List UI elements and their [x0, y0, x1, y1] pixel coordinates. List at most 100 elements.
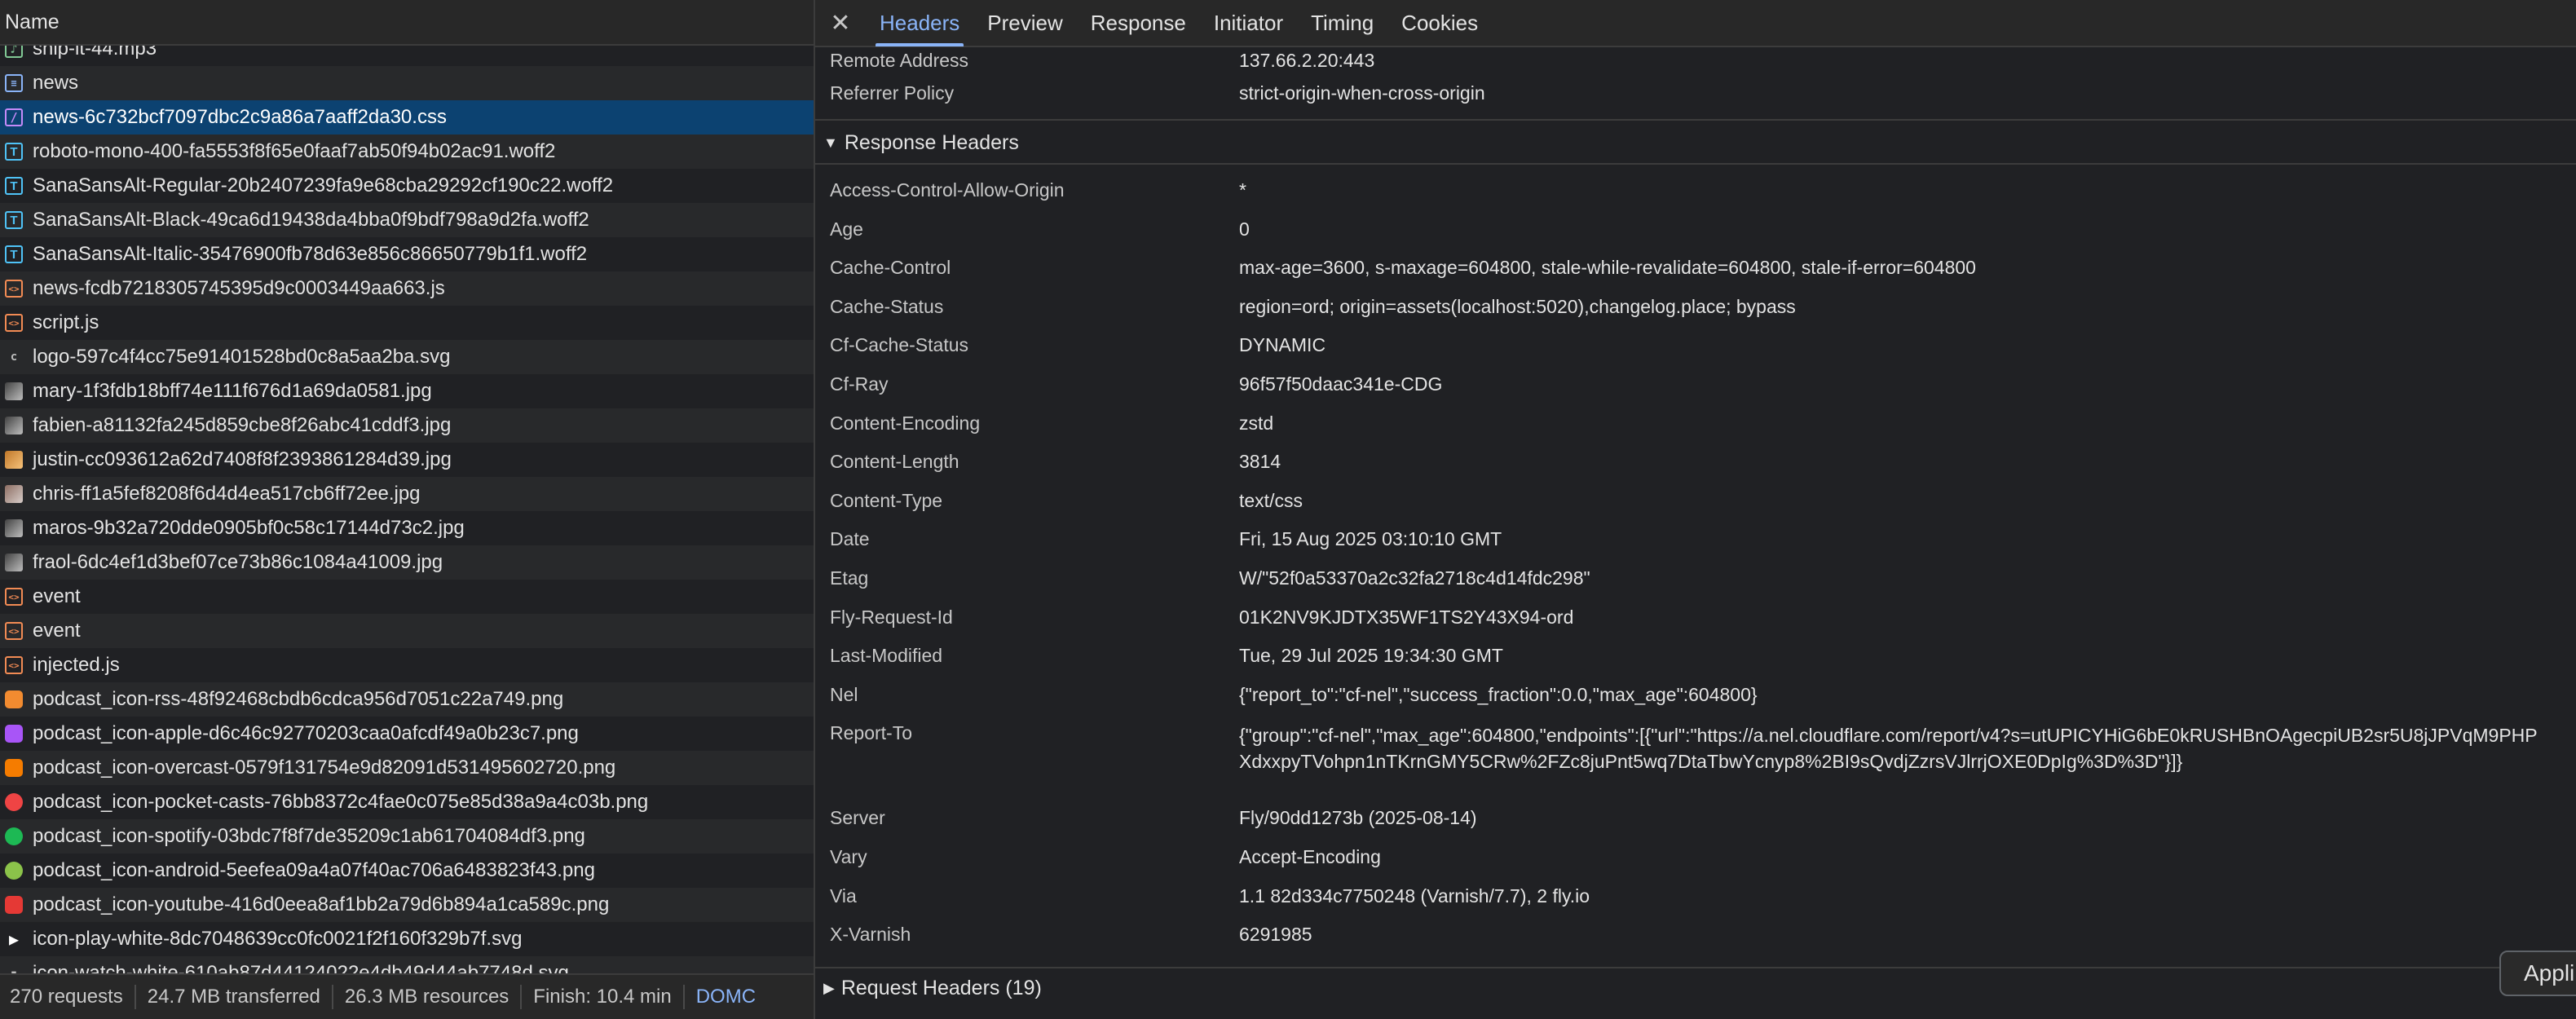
tab-response[interactable]: Response [1077, 0, 1200, 46]
play-icon: ▶ [8, 929, 20, 949]
request-name: news [33, 72, 79, 94]
header-value[interactable]: 01K2NV9KJDTX35WF1TS2Y43X94-ord [1239, 607, 1573, 629]
request-row[interactable]: justin-cc093612a62d7408f8f2393861284d39.… [0, 443, 814, 477]
header-value[interactable]: text/css [1239, 490, 1303, 512]
request-row[interactable]: podcast_icon-pocket-casts-76bb8372c4fae0… [0, 785, 814, 819]
request-row[interactable]: chris-ff1a5fef8208f6d4d4ea517cb6ff72ee.j… [0, 477, 814, 511]
header-value[interactable]: zstd [1239, 412, 1273, 435]
rss-icon [5, 690, 23, 708]
request-row[interactable]: <> news-fcdb7218305745395d9c0003449aa663.… [0, 271, 814, 306]
font-icon: T [5, 177, 23, 195]
request-name: news-6c732bcf7097dbc2c9a86a7aaff2da30.cs… [33, 106, 447, 128]
request-name: event [33, 585, 81, 607]
request-row[interactable]: ▶ icon-play-white-8dc7048639cc0fc0021f2f1… [0, 922, 814, 956]
request-name: podcast_icon-android-5eefea09a4a07f40ac7… [33, 859, 595, 881]
header-value[interactable]: {"group":"cf-nel","max_age":604800,"endp… [1239, 722, 2543, 774]
response-headers-toggle[interactable]: ▼ Response Headers [815, 122, 2576, 163]
request-name: mary-1f3fdb18bff74e111f676d1a69da0581.jp… [33, 380, 432, 402]
header-value[interactable]: DYNAMIC [1239, 334, 1325, 356]
image-thumbnail-icon [5, 382, 23, 400]
request-row[interactable]: c logo-597c4f4cc75e91401528bd0c8a5aa2ba.s… [0, 340, 814, 374]
close-icon[interactable]: ✕ [815, 0, 866, 46]
request-row[interactable]: <> script.js [0, 306, 814, 340]
request-row[interactable]: mary-1f3fdb18bff74e111f676d1a69da0581.jp… [0, 374, 814, 408]
header-value[interactable]: max-age=3600, s-maxage=604800, stale-whi… [1239, 257, 1976, 279]
header-name: X-Varnish [830, 924, 911, 946]
request-row[interactable]: <> injected.js [0, 648, 814, 682]
font-icon: T [5, 211, 23, 229]
request-list: ♪ ship-it-44.mp3 ≡ news / news-6c732bcf7097db… [0, 46, 814, 973]
font-icon: T [5, 245, 23, 263]
section-divider [815, 119, 2576, 121]
image-thumbnail-icon [5, 485, 23, 503]
document-icon: ≡ [5, 74, 23, 92]
tab-preview[interactable]: Preview [973, 0, 1076, 46]
request-row[interactable]: T SanaSansAlt-Regular-20b2407239fa9e68cba… [0, 169, 814, 203]
domcontentloaded-time[interactable]: DOMC [685, 985, 767, 1009]
header-value[interactable]: W/"52f0a53370a2c32fa2718c4d14fdc298" [1239, 567, 1590, 589]
header-value[interactable]: strict-origin-when-cross-origin [1239, 82, 1485, 104]
header-value[interactable]: 137.66.2.20:443 [1239, 50, 1374, 72]
header-value[interactable]: Fly/90dd1273b (2025-08-14) [1239, 807, 1477, 829]
request-count: 270 requests [0, 985, 136, 1009]
image-thumbnail-icon [5, 451, 23, 469]
request-row[interactable]: fabien-a81132fa245d859cbe8f26abc41cddf3.… [0, 408, 814, 443]
header-value[interactable]: 1.1 82d334c7750248 (Varnish/7.7), 2 fly.… [1239, 885, 1590, 907]
request-name: logo-597c4f4cc75e91401528bd0c8a5aa2ba.sv… [33, 346, 451, 368]
header-value[interactable]: Tue, 29 Jul 2025 19:34:30 GMT [1239, 645, 1503, 667]
request-row[interactable]: maros-9b32a720dde0905bf0c58c17144d73c2.j… [0, 511, 814, 545]
tab-cookies[interactable]: Cookies [1387, 0, 1492, 46]
header-value[interactable]: 6291985 [1239, 924, 1312, 946]
request-row[interactable]: ♪ ship-it-44.mp3 [0, 46, 814, 66]
request-row[interactable]: ▪ icon-watch-white-610ab87d44124022e4db49… [0, 956, 814, 973]
request-name: SanaSansAlt-Regular-20b2407239fa9e68cba2… [33, 174, 614, 196]
request-name: SanaSansAlt-Italic-35476900fb78d63e856c8… [33, 243, 588, 265]
header-value[interactable]: 96f57f50daac341e-CDG [1239, 373, 1442, 395]
request-row[interactable]: <> event [0, 614, 814, 648]
header-name: Report-To [830, 722, 912, 744]
request-name: fraol-6dc4ef1d3bef07ce73b86c1084a41009.j… [33, 551, 443, 573]
header-name: Referrer Policy [830, 82, 955, 104]
script-icon: <> [5, 622, 23, 640]
header-value[interactable]: 0 [1239, 218, 1250, 240]
request-row[interactable]: podcast_icon-youtube-416d0eea8af1bb2a79d… [0, 888, 814, 922]
name-column-header[interactable]: Name [0, 0, 814, 46]
image-thumbnail-icon [5, 417, 23, 435]
request-row[interactable]: podcast_icon-overcast-0579f131754e9d8209… [0, 751, 814, 785]
request-row[interactable]: ≡ news [0, 66, 814, 100]
header-value[interactable]: {"report_to":"cf-nel","success_fraction"… [1239, 684, 1758, 706]
header-name: Server [830, 807, 885, 829]
request-row[interactable]: T SanaSansAlt-Italic-35476900fb78d63e856c… [0, 237, 814, 271]
request-row[interactable]: / news-6c732bcf7097dbc2c9a86a7aaff2da30.c… [0, 100, 814, 135]
request-row[interactable]: podcast_icon-android-5eefea09a4a07f40ac7… [0, 854, 814, 888]
request-row[interactable]: T SanaSansAlt-Black-49ca6d19438da4bba0f9b… [0, 203, 814, 237]
header-value[interactable]: region=ord; origin=assets(localhost:5020… [1239, 296, 1796, 318]
tab-timing[interactable]: Timing [1297, 0, 1387, 46]
request-row[interactable]: podcast_icon-rss-48f92468cbdb6cdca956d70… [0, 682, 814, 717]
request-list-panel: Name ♪ ship-it-44.mp3 ≡ news / news-6c732bcf7… [0, 0, 814, 1019]
apply-button[interactable]: Appli [2499, 951, 2576, 996]
request-row[interactable]: podcast_icon-apple-d6c46c92770203caa0afc… [0, 717, 814, 751]
request-row[interactable]: Troboto-mono-400-fa5553f8f65e0faaf7ab50f… [0, 135, 814, 169]
header-name: Date [830, 528, 870, 550]
request-name: roboto-mono-400-fa5553f8f65e0faaf7ab50f9… [33, 140, 556, 162]
tab-initiator[interactable]: Initiator [1200, 0, 1297, 46]
header-value[interactable]: Accept-Encoding [1239, 846, 1381, 868]
header-name: Nel [830, 683, 858, 705]
request-row[interactable]: fraol-6dc4ef1d3bef07ce73b86c1084a41009.j… [0, 545, 814, 580]
request-headers-toggle[interactable]: ▶ Request Headers (19) [815, 968, 2576, 1008]
header-name: Access-Control-Allow-Origin [830, 179, 1065, 201]
header-value[interactable]: * [1239, 179, 1246, 201]
header-value[interactable]: Fri, 15 Aug 2025 03:10:10 GMT [1239, 528, 1502, 550]
request-row[interactable]: <> event [0, 580, 814, 614]
request-row[interactable]: podcast_icon-spotify-03bdc7f8f7de35209c1… [0, 819, 814, 854]
header-value[interactable]: 3814 [1239, 451, 1281, 473]
request-name: podcast_icon-rss-48f92468cbdb6cdca956d70… [33, 688, 564, 710]
name-column-label: Name [5, 10, 60, 33]
svg-image-icon: c [10, 351, 18, 364]
request-name: script.js [33, 311, 99, 333]
font-icon: T [5, 143, 23, 161]
svg-image-icon: ▪ [10, 967, 18, 973]
request-details-panel: ✕ Headers Preview Response Initiator Timing C… [814, 0, 2576, 1019]
tab-headers[interactable]: Headers [866, 0, 973, 46]
